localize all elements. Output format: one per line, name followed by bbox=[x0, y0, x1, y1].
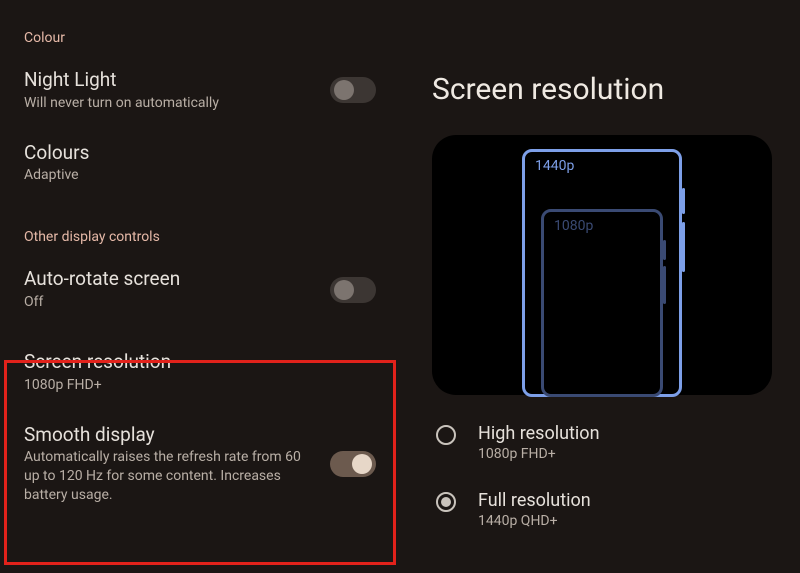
colours-title: Colours bbox=[24, 141, 89, 165]
option-high-resolution[interactable]: High resolution 1080p FHD+ bbox=[436, 413, 768, 480]
auto-rotate-sub: Off bbox=[24, 293, 180, 312]
phone-outline-1080p: 1080p bbox=[541, 209, 663, 397]
row-night-light[interactable]: Night Light Will never turn on automatic… bbox=[0, 54, 400, 127]
radio-icon[interactable] bbox=[436, 425, 456, 445]
resolution-options: High resolution 1080p FHD+ Full resoluti… bbox=[432, 395, 768, 547]
option-full-resolution[interactable]: Full resolution 1440p QHD+ bbox=[436, 480, 768, 547]
phone-label-1440p: 1440p bbox=[535, 158, 574, 174]
resolution-illustration: 1440p 1080p bbox=[432, 135, 772, 395]
option-high-sub: 1080p FHD+ bbox=[478, 446, 600, 462]
option-high-title: High resolution bbox=[478, 423, 600, 444]
colours-sub: Adaptive bbox=[24, 166, 89, 185]
row-auto-rotate[interactable]: Auto-rotate screen Off bbox=[0, 253, 400, 326]
row-colours[interactable]: Colours Adaptive bbox=[0, 127, 400, 200]
highlight-box bbox=[4, 360, 396, 565]
screen-resolution-panel: Screen resolution 1440p 1080p High resol… bbox=[400, 0, 800, 573]
option-full-sub: 1440p QHD+ bbox=[478, 513, 591, 529]
night-light-toggle[interactable] bbox=[330, 77, 376, 103]
night-light-sub: Will never turn on automatically bbox=[24, 94, 219, 113]
page-title: Screen resolution bbox=[432, 0, 768, 135]
radio-icon[interactable] bbox=[436, 492, 456, 512]
night-light-title: Night Light bbox=[24, 68, 219, 92]
auto-rotate-title: Auto-rotate screen bbox=[24, 267, 180, 291]
section-label-colour: Colour bbox=[0, 0, 400, 54]
auto-rotate-toggle[interactable] bbox=[330, 277, 376, 303]
display-settings-panel: Colour Night Light Will never turn on au… bbox=[0, 0, 400, 573]
option-full-title: Full resolution bbox=[478, 490, 591, 511]
section-label-other: Other display controls bbox=[0, 199, 400, 253]
phone-label-1080p: 1080p bbox=[554, 218, 593, 234]
